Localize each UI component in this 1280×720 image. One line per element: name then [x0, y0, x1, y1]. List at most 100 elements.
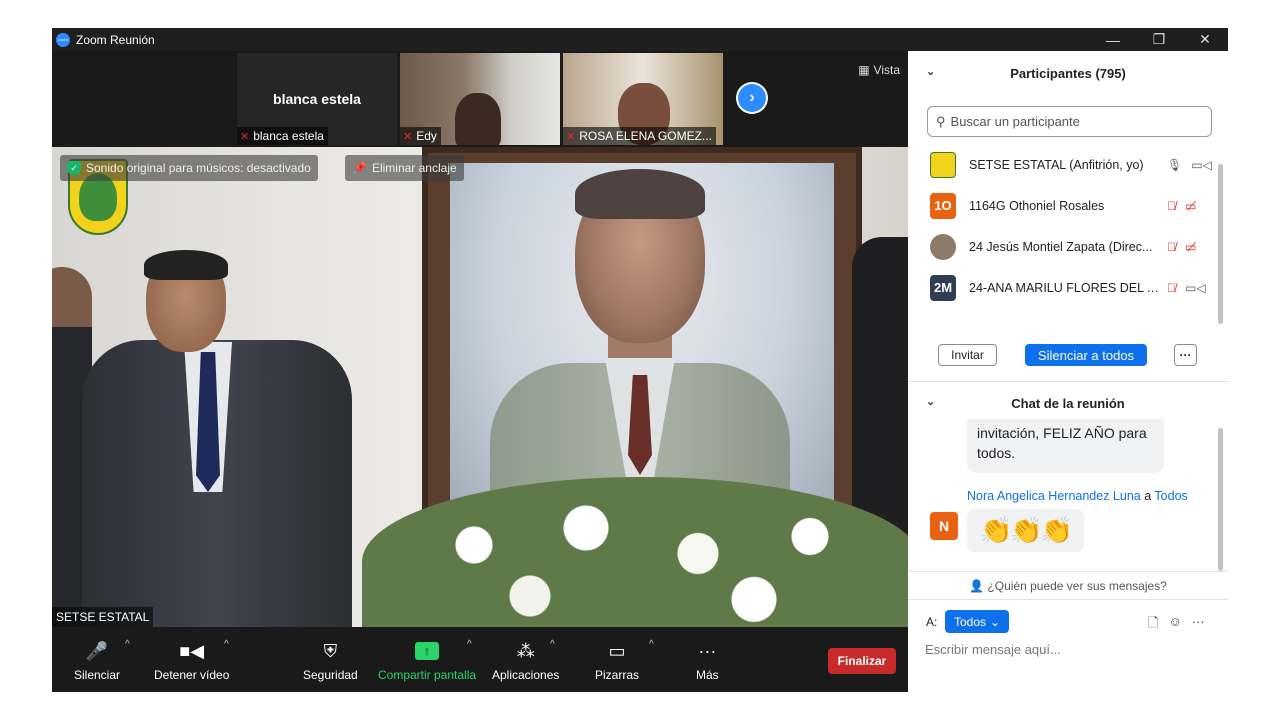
- avatar: [930, 151, 956, 178]
- side-panel: ⌄ Participantes (795) ⚲ Buscar un partic…: [908, 51, 1228, 692]
- participant-list: SETSE ESTATAL (Anfitrión, yo) 🎙 ▭◁ 1O 11…: [908, 144, 1228, 308]
- apps-label: Aplicaciones: [492, 668, 560, 682]
- tile-name-label: blanca estela: [253, 129, 324, 143]
- search-icon: ⚲: [936, 113, 946, 129]
- chat-title: Chat de la reunión: [1011, 395, 1125, 411]
- chevron-down-icon[interactable]: ⌄: [926, 395, 935, 408]
- participant-status-icons: 🎙̸ ▭̸: [1167, 240, 1196, 254]
- security-label: Seguridad: [303, 668, 358, 682]
- participant-name: 1164G Othoniel Rosales: [969, 198, 1105, 213]
- avatar: 1O: [930, 192, 956, 219]
- view-button[interactable]: ▦ Vista: [858, 63, 900, 77]
- file-icon[interactable]: 🗋: [1148, 614, 1158, 636]
- share-screen-label: Compartir pantalla: [378, 668, 477, 682]
- share-screen-icon: ↑: [415, 637, 440, 665]
- chevron-down-icon[interactable]: ⌄: [926, 65, 935, 78]
- emoji-icon[interactable]: ☺: [1168, 614, 1181, 636]
- recipient-dropdown[interactable]: Todos ⌄: [945, 610, 1010, 633]
- chat-reaction-message: 👏👏👏: [967, 509, 1084, 552]
- sound-notice-label: Sonido original para músicos: desactivad…: [86, 161, 311, 175]
- tile-name-label: Edy: [416, 129, 437, 143]
- mic-muted-icon: ✕: [240, 130, 250, 143]
- participant-status-icons: 🎙 ▭◁: [1167, 158, 1212, 172]
- seated-man: [72, 250, 372, 627]
- chevron-up-icon[interactable]: ^: [550, 639, 555, 650]
- window-title: Zoom Reunión: [76, 32, 155, 47]
- speaker-name: SETSE ESTATAL: [52, 607, 154, 627]
- person-lock-icon: 👤: [969, 579, 985, 593]
- mute-all-button[interactable]: Silenciar a todos: [1025, 344, 1147, 366]
- chat-message: invitación, FELIZ AÑO para todos.: [967, 419, 1164, 473]
- participant-row[interactable]: 24 Jesús Montiel Zapata (Direc... 🎙̸ ▭̸: [908, 226, 1228, 267]
- invite-button[interactable]: Invitar: [938, 344, 997, 366]
- participant-row[interactable]: 2M 24-ANA MARILU FLORES DEL A... 🎙̸ ▭◁: [908, 267, 1228, 308]
- video-camera-icon[interactable]: ▭◁: [1191, 158, 1212, 172]
- participants-scrollbar[interactable]: [1218, 164, 1223, 324]
- original-sound-notice: ✓ Sonido original para músicos: desactiv…: [60, 155, 318, 181]
- video-camera-icon[interactable]: ▭◁: [1185, 281, 1206, 295]
- portrait-hair: [575, 169, 705, 219]
- view-label: Vista: [873, 63, 900, 77]
- chat-sender: Nora Angelica Hernandez Luna a Todos: [967, 489, 1188, 503]
- unpin-label: Eliminar anclaje: [371, 161, 457, 175]
- minimize-button[interactable]: —: [1090, 28, 1136, 51]
- tile-name: ✕ blanca estela: [237, 127, 328, 145]
- next-page-button[interactable]: ›: [736, 82, 768, 114]
- who-can-see-label: ¿Quién puede ver sus mensajes?: [987, 579, 1167, 593]
- microphone-icon: 🎤: [85, 640, 109, 661]
- chevron-down-icon: ⌄: [990, 614, 1001, 629]
- end-meeting-button[interactable]: Finalizar: [828, 648, 896, 674]
- whiteboard-icon: ▭: [608, 640, 626, 661]
- participant-tile[interactable]: ✕ Edy: [400, 53, 560, 145]
- participant-tile[interactable]: blanca estela ✕ blanca estela: [237, 53, 397, 145]
- restore-button[interactable]: ❐: [1136, 28, 1182, 51]
- who-can-see-link[interactable]: 👤 ¿Quién puede ver sus mensajes?: [908, 579, 1228, 593]
- participant-search-input[interactable]: ⚲ Buscar un participante: [927, 106, 1212, 137]
- more-dots-icon: ···: [698, 640, 717, 661]
- recipient-label: A:: [926, 615, 938, 629]
- sender-target[interactable]: Todos: [1154, 489, 1187, 503]
- unpin-button[interactable]: 📌 Eliminar anclaje: [345, 155, 464, 181]
- video-off-icon[interactable]: ▭̸: [1185, 240, 1196, 254]
- more-options-button[interactable]: ···: [1174, 344, 1197, 366]
- sender-connector: a: [1144, 489, 1152, 503]
- participant-tile[interactable]: ✕ ROSA ELENA GOMEZ...: [563, 53, 723, 145]
- tile-name-label: ROSA ELENA GOMEZ...: [579, 129, 712, 143]
- mic-muted-icon[interactable]: 🎙̸: [1167, 240, 1176, 254]
- whiteboards-button[interactable]: ▭ Pizarras: [595, 637, 640, 683]
- whiteboards-label: Pizarras: [595, 668, 640, 682]
- participant-status-icons: 🎙̸ ▭◁: [1167, 281, 1206, 295]
- sender-name[interactable]: Nora Angelica Hernandez Luna: [967, 489, 1141, 503]
- recipient-value: Todos: [954, 614, 987, 629]
- more-button[interactable]: ··· Más: [696, 637, 719, 683]
- video-camera-icon: ■◀: [179, 640, 205, 661]
- more-dots-icon[interactable]: ···: [1192, 614, 1205, 636]
- chevron-up-icon[interactable]: ^: [125, 639, 130, 650]
- participant-row[interactable]: SETSE ESTATAL (Anfitrión, yo) 🎙 ▭◁: [908, 144, 1228, 185]
- mute-button[interactable]: 🎤 Silenciar: [74, 637, 120, 683]
- participants-header: ⌄ Participantes (795): [908, 53, 1228, 93]
- man-hair: [144, 250, 228, 280]
- stop-video-button[interactable]: ■◀ Detener vídeo: [154, 637, 229, 683]
- share-screen-button[interactable]: ↑ Compartir pantalla: [378, 637, 476, 682]
- close-button[interactable]: ✕: [1182, 28, 1228, 51]
- avatar: [930, 233, 956, 260]
- chat-message-input[interactable]: Escribir mensaje aquí...: [925, 642, 1061, 657]
- more-label: Más: [696, 668, 719, 682]
- mic-muted-icon[interactable]: 🎙̸: [1167, 281, 1176, 295]
- chevron-up-icon[interactable]: ^: [467, 639, 472, 650]
- chevron-up-icon[interactable]: ^: [649, 639, 654, 650]
- mic-muted-icon: ✕: [566, 130, 576, 143]
- participant-name: 24-ANA MARILU FLORES DEL A...: [969, 280, 1161, 295]
- participant-row[interactable]: 1O 1164G Othoniel Rosales 🎙̸ ▭̸: [908, 185, 1228, 226]
- apps-icon: ⁂: [516, 640, 535, 661]
- chat-scrollbar[interactable]: [1218, 428, 1223, 571]
- chevron-up-icon[interactable]: ^: [224, 639, 229, 650]
- mic-muted-icon[interactable]: 🎙̸: [1167, 199, 1176, 213]
- shield-check-icon: ✓: [67, 161, 81, 175]
- microphone-icon[interactable]: 🎙: [1167, 158, 1182, 172]
- meeting-toolbar: 🎤 Silenciar ^ ■◀ Detener vídeo ^ ⛨ Segur…: [52, 627, 908, 692]
- security-button[interactable]: ⛨ Seguridad: [303, 637, 358, 683]
- video-off-icon[interactable]: ▭̸: [1185, 199, 1196, 213]
- zoom-logo-icon: zoom: [56, 32, 70, 47]
